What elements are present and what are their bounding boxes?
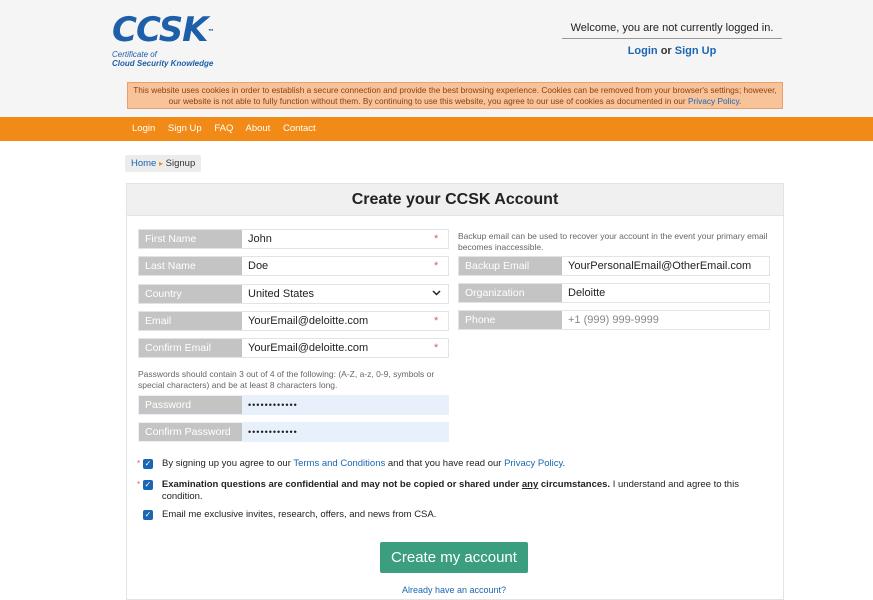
terms-row: * ✓ By signing up you agree to our Terms… — [137, 458, 767, 470]
country-label: Country — [139, 285, 242, 303]
backup-email-field[interactable]: Backup Email YourPersonalEmail@OtherEmai… — [458, 256, 770, 276]
logo-subtitle-1: Certificate of — [112, 50, 157, 59]
required-icon: * — [434, 260, 439, 272]
cookie-text: This website uses cookies in order to es… — [133, 85, 777, 106]
nav-about[interactable]: About — [245, 123, 270, 134]
first-name-field[interactable]: First Name John * — [138, 229, 449, 249]
phone-label: Phone — [459, 311, 562, 329]
password-requirements-note: Passwords should contain 3 out of 4 of t… — [138, 369, 435, 390]
organization-input[interactable]: Deloitte — [562, 284, 769, 302]
terms-link[interactable]: Terms and Conditions — [293, 458, 385, 469]
confirm-email-input[interactable]: YourEmail@deloitte.com — [242, 339, 434, 357]
confirm-password-field[interactable]: Confirm Password •••••••••••• — [138, 422, 449, 442]
breadcrumb: Home ▸ Signup — [125, 155, 202, 172]
nav-login[interactable]: Login — [132, 123, 155, 134]
phone-field[interactable]: Phone +1 (999) 999-9999 — [458, 310, 770, 330]
breadcrumb-current: Signup — [165, 158, 196, 169]
chevron-down-icon[interactable] — [432, 285, 448, 303]
email-input[interactable]: YourEmail@deloitte.com — [242, 312, 434, 330]
header-signup-link[interactable]: Sign Up — [675, 45, 717, 57]
cookie-notice: This website uses cookies in order to es… — [127, 82, 783, 109]
breadcrumb-home[interactable]: Home — [131, 158, 156, 169]
first-name-input[interactable]: John — [242, 230, 434, 248]
breadcrumb-arrow-icon: ▸ — [158, 159, 163, 168]
create-account-button[interactable]: Create my account — [380, 542, 528, 573]
terms-checkbox[interactable]: ✓ — [143, 459, 153, 469]
required-icon: * — [434, 233, 439, 245]
country-select[interactable]: United States — [242, 285, 432, 303]
or-text: or — [660, 45, 672, 57]
terms-text: By signing up you agree to our Terms and… — [162, 458, 566, 469]
organization-label: Organization — [459, 284, 562, 302]
backup-email-note: Backup email can be used to recover your… — [458, 231, 768, 252]
nav-contact[interactable]: Contact — [283, 123, 316, 134]
confirm-password-label: Confirm Password — [139, 423, 242, 441]
cookie-privacy-link[interactable]: Privacy Policy — [688, 96, 739, 106]
password-field[interactable]: Password •••••••••••• — [138, 395, 449, 415]
last-name-label: Last Name — [139, 257, 242, 275]
marketing-checkbox[interactable]: ✓ — [143, 510, 153, 520]
required-icon: * — [434, 342, 439, 354]
logo-subtitle-2: Cloud Security Knowledge — [112, 59, 214, 68]
confirm-email-label: Confirm Email — [139, 339, 242, 357]
exam-confidentiality-text: Examination questions are confidential a… — [161, 479, 739, 502]
email-field[interactable]: Email YourEmail@deloitte.com * — [138, 311, 449, 331]
welcome-divider — [562, 38, 782, 39]
privacy-policy-link[interactable]: Privacy Policy — [504, 458, 562, 469]
ccsk-logo[interactable]: CCSK™ Certificate of Cloud Security Know… — [112, 10, 252, 68]
logo-text: CCSK — [112, 10, 209, 50]
organization-field[interactable]: Organization Deloitte — [458, 283, 770, 303]
last-name-input[interactable]: Doe — [242, 257, 434, 275]
welcome-text: Welcome, you are not currently logged in… — [570, 22, 774, 34]
email-label: Email — [139, 312, 242, 330]
marketing-text: Email me exclusive invites, research, of… — [162, 509, 437, 520]
required-icon: * — [434, 315, 439, 327]
phone-input[interactable]: +1 (999) 999-9999 — [562, 311, 769, 329]
backup-email-input[interactable]: YourPersonalEmail@OtherEmail.com — [562, 257, 769, 275]
logo-tm: ™ — [207, 28, 215, 36]
first-name-label: First Name — [139, 230, 242, 248]
password-label: Password — [139, 396, 242, 414]
backup-email-label: Backup Email — [459, 257, 562, 275]
exam-confidentiality-checkbox[interactable]: ✓ — [142, 480, 153, 490]
nav-signup[interactable]: Sign Up — [168, 123, 202, 134]
confirm-email-field[interactable]: Confirm Email YourEmail@deloitte.com * — [138, 338, 449, 358]
exam-confidentiality-row: * ✓ Examination questions are confidenti… — [137, 479, 767, 503]
nav-faq[interactable]: FAQ — [214, 123, 233, 134]
password-input[interactable]: •••••••••••• — [242, 396, 448, 414]
already-have-account-link[interactable]: Already have an account? — [380, 585, 528, 595]
login-links: Login or Sign Up — [562, 45, 782, 57]
nav-bar: Login Sign Up FAQ About Contact — [0, 117, 873, 141]
last-name-field[interactable]: Last Name Doe * — [138, 256, 449, 276]
marketing-row: ✓ Email me exclusive invites, research, … — [137, 509, 767, 521]
required-icon: * — [137, 480, 141, 489]
confirm-password-input[interactable]: •••••••••••• — [242, 423, 448, 441]
country-field[interactable]: Country United States — [138, 284, 449, 304]
form-title: Create your CCSK Account — [127, 184, 783, 216]
header-login-link[interactable]: Login — [628, 45, 658, 57]
